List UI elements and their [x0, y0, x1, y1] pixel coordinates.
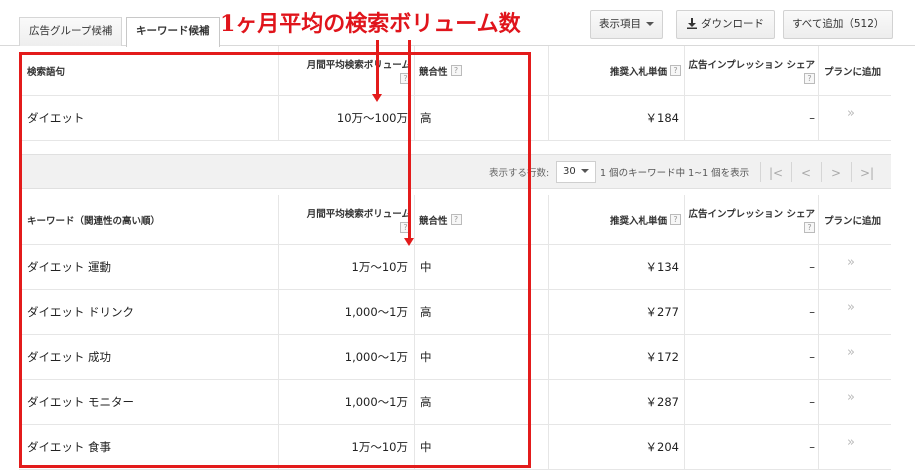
header-impression-share-label: 広告インプレッション シェア [688, 209, 815, 220]
pagination-bar: 表示する行数: 30 1 個のキーワード中 1~1 個を表示 |< < > >| [19, 154, 891, 189]
header-volume[interactable]: 月間平均検索ボリューム ? [283, 46, 411, 95]
header-keyword[interactable]: キーワード（関連性の高い順） [27, 195, 160, 244]
row-keyword: ダイエット 運動 [27, 260, 112, 274]
row-bid: ￥134 [645, 260, 679, 274]
add-to-plan-button[interactable]: » [847, 290, 855, 334]
download-button[interactable]: ダウンロード [676, 10, 775, 39]
annotation-title: 1ヶ月平均の検索ボリューム数 [220, 11, 521, 37]
row-impression-share: – [809, 395, 815, 409]
header-bid-label: 推奨入札単価 [609, 66, 667, 78]
header-volume-label: 月間平均検索ボリューム [306, 209, 411, 220]
download-label: ダウンロード [701, 18, 764, 30]
annotation-arrowhead [372, 94, 382, 102]
row-competition: 中 [420, 440, 432, 454]
row-competition: 中 [420, 350, 432, 364]
help-icon[interactable]: ? [670, 214, 681, 225]
caret-down-icon [580, 169, 589, 173]
header-impression-share-label: 広告インプレッション シェア [688, 60, 815, 71]
row-competition: 高 [420, 305, 432, 319]
row-keyword: ダイエット [27, 111, 85, 125]
row-keyword: ダイエット 食事 [27, 440, 112, 454]
help-icon[interactable]: ? [450, 65, 462, 76]
header-volume-label: 月間平均検索ボリューム [306, 60, 411, 71]
add-to-plan-button[interactable]: » [847, 245, 855, 289]
header-competition-label: 競合性 [419, 215, 448, 227]
row-keyword: ダイエット ドリンク [27, 305, 135, 319]
row-volume: 1,000～1万 [344, 305, 408, 319]
annotation-arrow-line [376, 40, 379, 95]
add-to-plan-button[interactable]: » [847, 380, 855, 424]
add-all-button[interactable]: すべて追加（512） [783, 10, 894, 39]
keyword-row: ダイエット 成功 1,000～1万 中 ￥172 – » [19, 335, 891, 380]
help-icon[interactable]: ? [804, 222, 815, 233]
header-bid[interactable]: 推奨入札単価? [549, 195, 681, 244]
rows-per-page-value: 30 [563, 166, 576, 177]
header-bid-label: 推奨入札単価 [609, 215, 667, 227]
help-icon[interactable]: ? [670, 65, 681, 76]
row-bid: ￥204 [645, 440, 679, 454]
rows-per-page-label: 表示する行数: [489, 168, 550, 179]
help-icon[interactable]: ? [450, 214, 462, 225]
header-add-to-plan: プランに追加 [824, 66, 882, 78]
first-page-icon[interactable]: |< [767, 164, 785, 182]
row-impression-share: – [809, 260, 815, 274]
row-bid: ￥172 [645, 350, 679, 364]
search-term-row: ダイエット 10万～100万 高 ￥184 – » [19, 96, 891, 141]
header-bid[interactable]: 推奨入札単価? [549, 46, 681, 95]
row-bid: ￥287 [645, 395, 679, 409]
last-page-icon[interactable]: >| [858, 164, 876, 182]
row-bid: ￥277 [645, 305, 679, 319]
row-volume: 1万～10万 [351, 440, 408, 454]
row-competition: 高 [420, 395, 432, 409]
caret-down-icon [646, 22, 654, 26]
header-search-term[interactable]: 検索語句 [27, 46, 65, 95]
keyword-header-row: キーワード（関連性の高い順） 月間平均検索ボリューム ? 競合性? 推奨入札単価… [19, 195, 891, 245]
columns-button[interactable]: 表示項目 [590, 10, 663, 39]
tab-ad-group-ideas[interactable]: 広告グループ候補 [19, 17, 123, 46]
header-impression-share[interactable]: 広告インプレッション シェア? [687, 195, 815, 244]
columns-label: 表示項目 [599, 18, 641, 30]
row-keyword: ダイエット モニター [27, 395, 135, 409]
tab-label: 広告グループ候補 [29, 25, 113, 37]
header-add-to-plan: プランに追加 [824, 215, 882, 227]
row-impression-share: – [809, 111, 815, 125]
keyword-row: ダイエット ドリンク 1,000～1万 高 ￥277 – » [19, 290, 891, 335]
header-volume[interactable]: 月間平均検索ボリューム ? [283, 195, 411, 244]
annotation-arrow-line [408, 40, 411, 240]
row-volume: 1,000～1万 [344, 350, 408, 364]
row-volume: 10万～100万 [336, 111, 408, 125]
row-volume: 1,000～1万 [344, 395, 408, 409]
row-competition: 高 [420, 111, 432, 125]
annotation-arrowhead [404, 238, 414, 246]
add-to-plan-button[interactable]: » [847, 96, 855, 140]
row-impression-share: – [809, 350, 815, 364]
row-impression-share: – [809, 440, 815, 454]
prev-page-icon[interactable]: < [797, 164, 815, 182]
keyword-row: ダイエット モニター 1,000～1万 高 ￥287 – » [19, 380, 891, 425]
help-icon[interactable]: ? [804, 73, 815, 84]
keyword-row: ダイエット 食事 1万～10万 中 ￥204 – » [19, 425, 891, 470]
tab-label: キーワード候補 [136, 25, 210, 37]
row-impression-share: – [809, 305, 815, 319]
row-keyword: ダイエット 成功 [27, 350, 112, 364]
search-term-header-row: 検索語句 月間平均検索ボリューム ? 競合性? 推奨入札単価? 広告インプレッシ… [19, 46, 891, 96]
add-all-label: すべて追加（512） [792, 18, 885, 30]
header-impression-share[interactable]: 広告インプレッション シェア? [687, 46, 815, 95]
keyword-row: ダイエット 運動 1万～10万 中 ￥134 – » [19, 245, 891, 290]
header-competition[interactable]: 競合性? [419, 195, 462, 244]
download-icon [687, 17, 697, 29]
next-page-icon[interactable]: > [827, 164, 845, 182]
pagination-summary: 1 個のキーワード中 1~1 個を表示 [600, 168, 750, 179]
row-volume: 1万～10万 [351, 260, 408, 274]
rows-per-page-select[interactable]: 30 [556, 161, 596, 183]
add-to-plan-button[interactable]: » [847, 425, 855, 469]
row-bid: ￥184 [645, 111, 679, 125]
header-competition[interactable]: 競合性? [419, 46, 462, 95]
row-competition: 中 [420, 260, 432, 274]
add-to-plan-button[interactable]: » [847, 335, 855, 379]
tab-keyword-ideas[interactable]: キーワード候補 [126, 17, 220, 47]
header-competition-label: 競合性 [419, 66, 448, 78]
